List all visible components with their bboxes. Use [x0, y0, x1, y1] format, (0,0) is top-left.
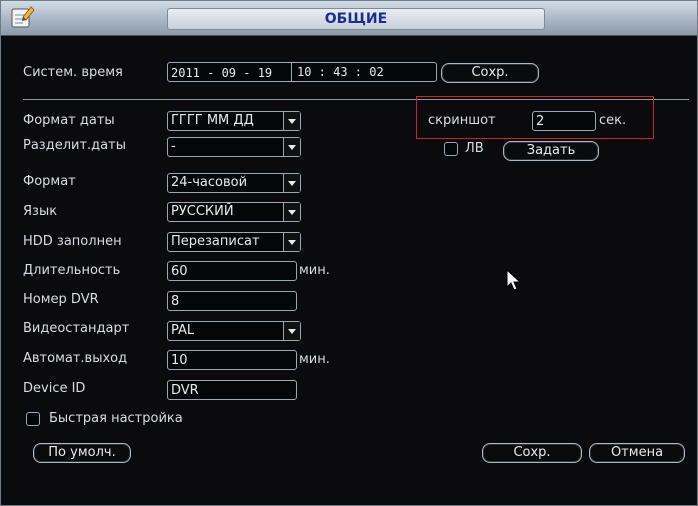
snapshot-unit: сек.	[599, 113, 627, 128]
date-separator-label: Разделит.даты	[23, 138, 126, 153]
date-separator-select[interactable]: -	[167, 137, 301, 157]
save-button[interactable]: Сохр.	[482, 443, 582, 463]
auto-logout-unit: мин.	[299, 352, 330, 367]
hdd-full-label: HDD заполнен	[23, 234, 122, 249]
dst-set-button[interactable]: Задать	[503, 141, 599, 161]
title-bar: ОБЩИЕ	[1, 1, 697, 36]
snapshot-input[interactable]: 2	[532, 111, 596, 131]
time-format-select[interactable]: 24-часовой	[167, 173, 301, 193]
dvr-number-label: Номер DVR	[23, 292, 99, 307]
dst-label: ЛВ	[465, 141, 484, 156]
window-title: ОБЩИЕ	[167, 8, 545, 30]
video-standard-value: PAL	[171, 323, 195, 338]
dvr-number-input[interactable]: 8	[167, 291, 297, 311]
duration-label: Длительность	[23, 263, 121, 278]
date-format-select[interactable]: ГГГГ ММ ДД	[167, 111, 301, 131]
language-select[interactable]: РУССКИЙ	[167, 202, 301, 222]
system-date-value[interactable]: 2011 - 09 - 19	[171, 66, 272, 80]
date-separator-value: -	[171, 139, 176, 154]
chevron-down-icon[interactable]	[283, 138, 300, 156]
mouse-pointer-icon	[505, 268, 525, 293]
snapshot-label: скриншот	[428, 113, 496, 128]
quick-setup-label: Быстрая настройка	[49, 411, 183, 426]
date-format-value: ГГГГ ММ ДД	[171, 113, 254, 128]
date-format-label: Формат даты	[23, 113, 115, 128]
video-standard-select[interactable]: PAL	[167, 321, 301, 341]
system-time-save-button[interactable]: Сохр.	[441, 63, 539, 83]
dst-checkbox[interactable]	[444, 142, 458, 156]
cancel-button[interactable]: Отмена	[589, 443, 685, 463]
language-value: РУССКИЙ	[171, 204, 234, 219]
auto-logout-label: Автомат.выход	[23, 351, 128, 366]
quick-setup-checkbox[interactable]	[26, 412, 40, 426]
default-button[interactable]: По умолч.	[33, 443, 131, 463]
pencil-notepad-icon	[9, 4, 35, 30]
hdd-full-select[interactable]: Перезаписат	[167, 232, 301, 252]
device-id-input[interactable]: DVR	[167, 380, 297, 400]
time-format-label: Формат	[23, 174, 76, 189]
auto-logout-input[interactable]: 10	[167, 350, 297, 370]
system-time-label: Систем. время	[23, 65, 123, 80]
chevron-down-icon[interactable]	[283, 174, 300, 192]
video-standard-label: Видеостандарт	[23, 321, 130, 336]
chevron-down-icon[interactable]	[283, 233, 300, 251]
hdd-full-value: Перезаписат	[171, 234, 260, 249]
general-settings-window: ОБЩИЕ Систем. время 2011 - 09 - 19 10 : …	[0, 0, 698, 506]
duration-unit: мин.	[299, 263, 330, 278]
time-format-value: 24-часовой	[171, 175, 248, 190]
chevron-down-icon[interactable]	[283, 112, 300, 130]
chevron-down-icon[interactable]	[283, 203, 300, 221]
system-time-value[interactable]: 10 : 43 : 02	[297, 63, 384, 81]
language-label: Язык	[23, 204, 58, 219]
duration-input[interactable]: 60	[167, 261, 297, 281]
date-time-divider	[291, 63, 292, 81]
chevron-down-icon[interactable]	[283, 322, 300, 340]
device-id-label: Device ID	[23, 381, 86, 396]
